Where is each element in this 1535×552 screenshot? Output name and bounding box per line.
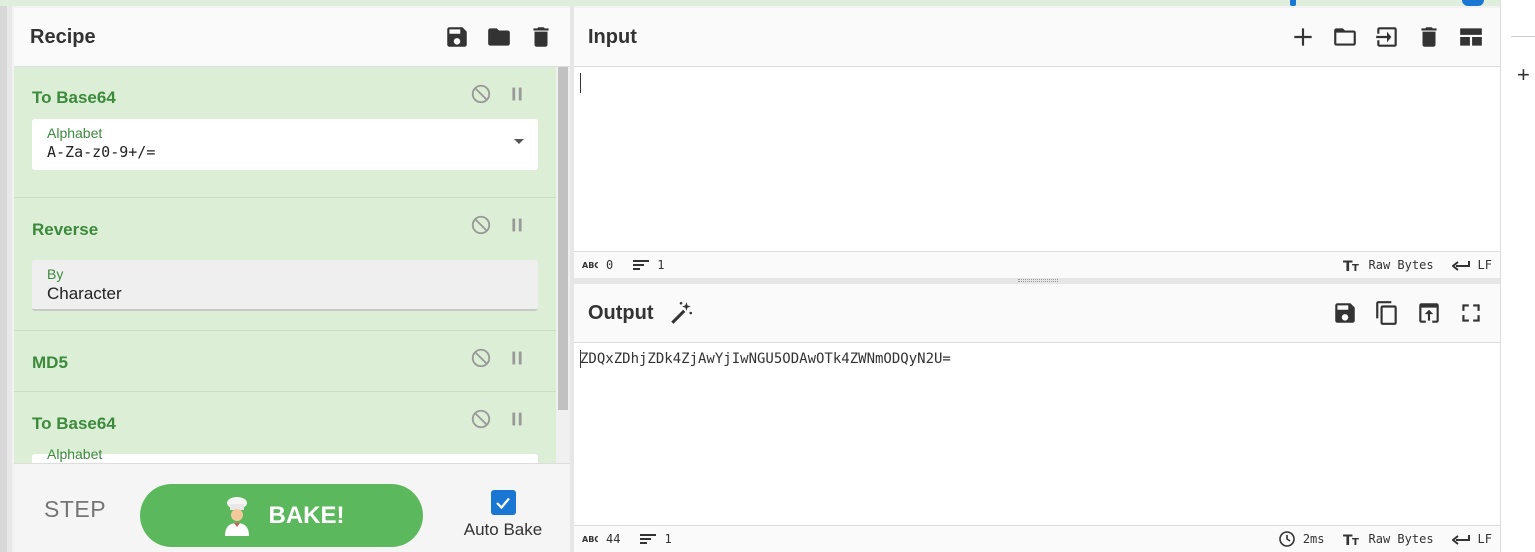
- recipe-panel: Recipe To Base64 Alphabet A-Za-z0-9+/= R…: [14, 8, 570, 552]
- auto-bake-label: Auto Bake: [463, 520, 543, 539]
- input-eol[interactable]: LF: [1451, 258, 1492, 272]
- open-file-icon[interactable]: [1374, 24, 1400, 50]
- input-textarea[interactable]: [574, 67, 1500, 251]
- left-gutter: [0, 6, 12, 552]
- alphabet-select[interactable]: Alphabet A-Za-z0-9+/=: [32, 119, 538, 170]
- disable-operation-icon[interactable]: [470, 214, 492, 236]
- input-panel: Input ABC 0 1 TT Raw Bytes LF: [574, 8, 1500, 278]
- abc-icon: ABC: [582, 261, 598, 270]
- output-header: Output: [574, 284, 1500, 343]
- operation-to-base64[interactable]: To Base64 Alphabet A-Za-z0-9+/=: [14, 67, 556, 198]
- plus-icon[interactable]: +: [1517, 64, 1530, 86]
- breakpoint-icon[interactable]: [506, 408, 528, 430]
- char-count: ABC 44: [582, 532, 621, 546]
- line-count: 1: [633, 258, 664, 272]
- operation-reverse[interactable]: Reverse By Character: [14, 198, 556, 331]
- bake-label: BAKE!: [268, 501, 345, 529]
- disable-operation-icon[interactable]: [470, 408, 492, 430]
- bake-time: 2ms: [1279, 531, 1325, 547]
- svg-text:ABC: ABC: [582, 261, 598, 270]
- right-rail: +: [1500, 0, 1535, 552]
- svg-text:ABC: ABC: [582, 535, 598, 544]
- output-text: ZDQxZDhjZDk4ZjAwYjIwNGU5ODAwOTk4ZWNmODQy…: [580, 351, 951, 367]
- operation-title: MD5: [32, 353, 68, 372]
- breakpoint-icon[interactable]: [506, 347, 528, 369]
- output-textarea[interactable]: ZDQxZDhjZDk4ZjAwYjIwNGU5ODAwOTk4ZWNmODQy…: [574, 343, 1500, 525]
- copy-output-icon[interactable]: [1374, 300, 1400, 326]
- auto-bake-toggle[interactable]: Auto Bake: [458, 490, 548, 540]
- magic-wand-icon[interactable]: [668, 300, 694, 326]
- bake-controls: STEP BAKE! Auto Bake: [14, 463, 570, 552]
- recipe-operations-list: To Base64 Alphabet A-Za-z0-9+/= Reverse: [14, 67, 556, 463]
- output-panel: Output ZDQxZDhjZDk4ZjAwYjIwNGU5ODAwOTk4Z…: [574, 284, 1500, 552]
- operation-to-base64-2[interactable]: To Base64 Alphabet: [14, 392, 556, 463]
- chef-icon: [219, 496, 255, 536]
- save-output-icon[interactable]: [1332, 300, 1358, 326]
- open-folder-icon[interactable]: [1332, 24, 1358, 50]
- breakpoint-icon[interactable]: [506, 83, 528, 105]
- field-label: By: [47, 266, 64, 282]
- char-count: ABC 0: [582, 258, 614, 272]
- recipe-title: Recipe: [30, 25, 96, 48]
- abc-icon: ABC: [582, 535, 598, 544]
- alphabet-select[interactable]: Alphabet: [32, 446, 538, 463]
- output-title: Output: [588, 301, 654, 324]
- line-count: 1: [640, 532, 672, 546]
- clear-input-icon[interactable]: [1416, 24, 1442, 50]
- field-label: Alphabet: [47, 446, 103, 462]
- operation-md5[interactable]: MD5: [14, 331, 556, 392]
- output-encoding[interactable]: TT Raw Bytes: [1343, 532, 1434, 546]
- text-cursor: [580, 73, 581, 93]
- checkmark-icon: [496, 497, 510, 509]
- replace-input-icon[interactable]: [1416, 300, 1442, 326]
- lines-icon: [640, 534, 657, 544]
- clear-recipe-icon[interactable]: [528, 24, 554, 50]
- input-status-bar: ABC 0 1 TT Raw Bytes LF: [574, 251, 1500, 278]
- recipe-scrollbar[interactable]: [556, 67, 570, 463]
- operation-title: To Base64: [32, 414, 116, 433]
- breakpoint-icon[interactable]: [506, 214, 528, 236]
- step-button[interactable]: STEP: [44, 496, 106, 523]
- input-header: Input: [574, 8, 1500, 67]
- return-arrow-icon: [1451, 261, 1470, 271]
- auto-bake-checkbox[interactable]: [490, 490, 516, 515]
- chevron-down-icon: [514, 139, 524, 144]
- reset-layout-icon[interactable]: [1458, 24, 1484, 50]
- cyberchef-window: Recipe To Base64 Alphabet A-Za-z0-9+/= R…: [0, 0, 1535, 552]
- save-recipe-icon[interactable]: [444, 24, 470, 50]
- input-title: Input: [588, 25, 637, 48]
- svg-text:T: T: [1352, 263, 1359, 272]
- operation-title: Reverse: [32, 220, 99, 239]
- text-size-icon: TT: [1343, 533, 1359, 546]
- field-value: Character: [47, 284, 122, 303]
- text-size-icon: TT: [1343, 259, 1359, 272]
- output-eol[interactable]: LF: [1451, 532, 1492, 546]
- svg-text:T: T: [1352, 537, 1359, 546]
- lines-icon: [633, 260, 650, 270]
- disable-operation-icon[interactable]: [470, 347, 492, 369]
- field-value: A-Za-z0-9+/=: [47, 143, 156, 161]
- field-label: Alphabet: [47, 125, 103, 141]
- by-select[interactable]: By Character: [32, 260, 538, 311]
- bake-button[interactable]: BAKE!: [140, 484, 423, 547]
- disable-operation-icon[interactable]: [470, 83, 492, 105]
- maximise-icon[interactable]: [1458, 300, 1484, 326]
- return-arrow-icon: [1451, 535, 1470, 545]
- recipe-header: Recipe: [14, 8, 570, 67]
- input-encoding[interactable]: TT Raw Bytes: [1343, 258, 1434, 272]
- add-tab-icon[interactable]: [1290, 24, 1316, 50]
- output-status-bar: ABC 44 1 2ms TT Raw Bytes LF: [574, 525, 1500, 552]
- top-strip: [0, 0, 1500, 6]
- operation-title: To Base64: [32, 88, 116, 107]
- load-recipe-icon[interactable]: [486, 24, 512, 50]
- clock-icon: [1279, 531, 1295, 547]
